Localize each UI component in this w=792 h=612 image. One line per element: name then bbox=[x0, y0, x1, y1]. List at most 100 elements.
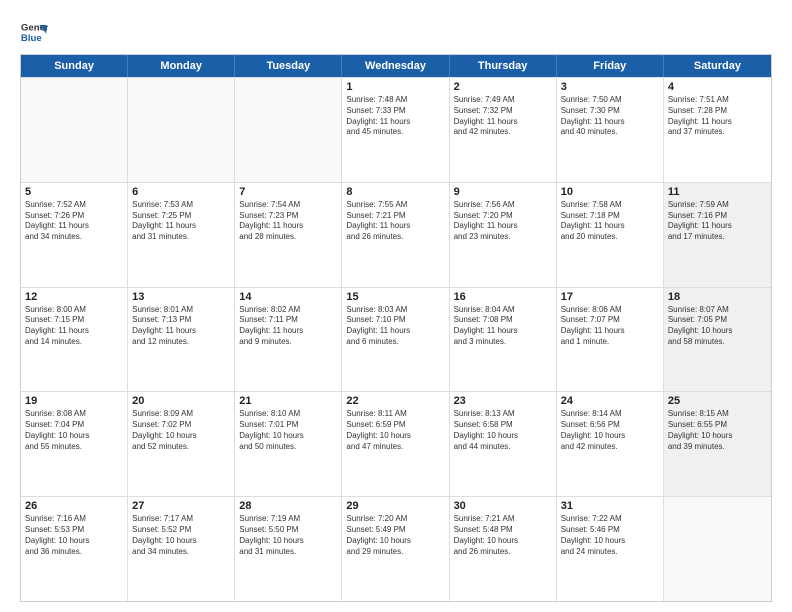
calendar-cell: 2Sunrise: 7:49 AM Sunset: 7:32 PM Daylig… bbox=[450, 78, 557, 182]
calendar-cell: 26 Sunrise: 7:16 AM Sunset: 5:53 PM Dayli… bbox=[21, 497, 128, 601]
calendar-cell: 17Sunrise: 8:06 AM Sunset: 7:07 PM Dayli… bbox=[557, 288, 664, 392]
cell-text: Sunrise: 8:01 AM Sunset: 7:13 PM Dayligh… bbox=[132, 305, 230, 348]
day-number: 31 bbox=[561, 500, 659, 512]
calendar-cell: 1 Sunrise: 7:48 AM Sunset: 7:33 PM Daylig… bbox=[342, 78, 449, 182]
svg-text:Blue: Blue bbox=[21, 33, 42, 44]
day-number: 29 bbox=[346, 500, 444, 512]
calendar-row: 12Sunrise: 8:00 AM Sunset: 7:15 PM Dayli… bbox=[21, 287, 771, 392]
calendar-row: 5 Sunrise: 7:52 AM Sunset: 7:26 PM Daylig… bbox=[21, 182, 771, 287]
cell-text: Sunrise: 7:19 AM Sunset: 5:50 PM Dayligh… bbox=[239, 514, 337, 557]
day-number: 16 bbox=[454, 291, 552, 303]
day-number: 13 bbox=[132, 291, 230, 303]
calendar-body: 1 Sunrise: 7:48 AM Sunset: 7:33 PM Daylig… bbox=[21, 77, 771, 601]
calendar-row: 26 Sunrise: 7:16 AM Sunset: 5:53 PM Dayli… bbox=[21, 496, 771, 601]
calendar-cell: 20Sunrise: 8:09 AM Sunset: 7:02 PM Dayli… bbox=[128, 392, 235, 496]
calendar-cell: 7 Sunrise: 7:54 AM Sunset: 7:23 PM Daylig… bbox=[235, 183, 342, 287]
day-number: 28 bbox=[239, 500, 337, 512]
day-number: 22 bbox=[346, 395, 444, 407]
cell-text: Sunrise: 7:20 AM Sunset: 5:49 PM Dayligh… bbox=[346, 514, 444, 557]
weekday-header: Saturday bbox=[664, 55, 771, 77]
weekday-header: Sunday bbox=[21, 55, 128, 77]
cell-text: Sunrise: 8:04 AM Sunset: 7:08 PM Dayligh… bbox=[454, 305, 552, 348]
cell-text: Sunrise: 8:00 AM Sunset: 7:15 PM Dayligh… bbox=[25, 305, 123, 348]
day-number: 27 bbox=[132, 500, 230, 512]
calendar-row: 1 Sunrise: 7:48 AM Sunset: 7:33 PM Daylig… bbox=[21, 77, 771, 182]
cell-text: Sunrise: 7:49 AM Sunset: 7:32 PM Dayligh… bbox=[454, 95, 552, 138]
day-number: 3 bbox=[561, 81, 659, 93]
cell-text: Sunrise: 7:59 AM Sunset: 7:16 PM Dayligh… bbox=[668, 200, 767, 243]
day-number: 15 bbox=[346, 291, 444, 303]
calendar-cell: 9 Sunrise: 7:56 AM Sunset: 7:20 PM Daylig… bbox=[450, 183, 557, 287]
day-number: 21 bbox=[239, 395, 337, 407]
calendar-cell: 4Sunrise: 7:51 AM Sunset: 7:28 PM Daylig… bbox=[664, 78, 771, 182]
day-number: 9 bbox=[454, 186, 552, 198]
cell-text: Sunrise: 7:52 AM Sunset: 7:26 PM Dayligh… bbox=[25, 200, 123, 243]
cell-text: Sunrise: 8:11 AM Sunset: 6:59 PM Dayligh… bbox=[346, 409, 444, 452]
calendar-cell: 13 Sunrise: 8:01 AM Sunset: 7:13 PM Dayli… bbox=[128, 288, 235, 392]
cell-text: Sunrise: 8:06 AM Sunset: 7:07 PM Dayligh… bbox=[561, 305, 659, 348]
cell-text: Sunrise: 7:54 AM Sunset: 7:23 PM Dayligh… bbox=[239, 200, 337, 243]
cell-text: Sunrise: 7:21 AM Sunset: 5:48 PM Dayligh… bbox=[454, 514, 552, 557]
weekday-header: Thursday bbox=[450, 55, 557, 77]
day-number: 11 bbox=[668, 186, 767, 198]
logo: General Blue bbox=[20, 18, 48, 46]
calendar-cell: 31 Sunrise: 7:22 AM Sunset: 5:46 PM Dayli… bbox=[557, 497, 664, 601]
weekday-header: Tuesday bbox=[235, 55, 342, 77]
cell-text: Sunrise: 8:09 AM Sunset: 7:02 PM Dayligh… bbox=[132, 409, 230, 452]
cell-text: Sunrise: 7:56 AM Sunset: 7:20 PM Dayligh… bbox=[454, 200, 552, 243]
day-number: 10 bbox=[561, 186, 659, 198]
day-number: 23 bbox=[454, 395, 552, 407]
day-number: 24 bbox=[561, 395, 659, 407]
calendar-cell: 30Sunrise: 7:21 AM Sunset: 5:48 PM Dayli… bbox=[450, 497, 557, 601]
calendar-cell: 21 Sunrise: 8:10 AM Sunset: 7:01 PM Dayli… bbox=[235, 392, 342, 496]
calendar-cell: 27 Sunrise: 7:17 AM Sunset: 5:52 PM Dayli… bbox=[128, 497, 235, 601]
calendar-cell: 3 Sunrise: 7:50 AM Sunset: 7:30 PM Daylig… bbox=[557, 78, 664, 182]
weekday-header: Wednesday bbox=[342, 55, 449, 77]
day-number: 7 bbox=[239, 186, 337, 198]
page-header: General Blue bbox=[20, 18, 772, 46]
day-number: 1 bbox=[346, 81, 444, 93]
day-number: 18 bbox=[668, 291, 767, 303]
logo-icon: General Blue bbox=[20, 18, 48, 46]
cell-text: Sunrise: 8:07 AM Sunset: 7:05 PM Dayligh… bbox=[668, 305, 767, 348]
day-number: 8 bbox=[346, 186, 444, 198]
calendar-cell: 18 Sunrise: 8:07 AM Sunset: 7:05 PM Dayli… bbox=[664, 288, 771, 392]
calendar-cell: 11 Sunrise: 7:59 AM Sunset: 7:16 PM Dayli… bbox=[664, 183, 771, 287]
calendar-cell: 25Sunrise: 8:15 AM Sunset: 6:55 PM Dayli… bbox=[664, 392, 771, 496]
day-number: 14 bbox=[239, 291, 337, 303]
calendar-cell: 10 Sunrise: 7:58 AM Sunset: 7:18 PM Dayli… bbox=[557, 183, 664, 287]
calendar-cell: 8 Sunrise: 7:55 AM Sunset: 7:21 PM Daylig… bbox=[342, 183, 449, 287]
calendar-cell bbox=[235, 78, 342, 182]
cell-text: Sunrise: 7:53 AM Sunset: 7:25 PM Dayligh… bbox=[132, 200, 230, 243]
cell-text: Sunrise: 7:22 AM Sunset: 5:46 PM Dayligh… bbox=[561, 514, 659, 557]
cell-text: Sunrise: 7:17 AM Sunset: 5:52 PM Dayligh… bbox=[132, 514, 230, 557]
calendar-cell: 14Sunrise: 8:02 AM Sunset: 7:11 PM Dayli… bbox=[235, 288, 342, 392]
calendar-cell bbox=[664, 497, 771, 601]
day-number: 5 bbox=[25, 186, 123, 198]
cell-text: Sunrise: 8:15 AM Sunset: 6:55 PM Dayligh… bbox=[668, 409, 767, 452]
cell-text: Sunrise: 7:48 AM Sunset: 7:33 PM Dayligh… bbox=[346, 95, 444, 138]
calendar-row: 19 Sunrise: 8:08 AM Sunset: 7:04 PM Dayli… bbox=[21, 391, 771, 496]
calendar-header: SundayMondayTuesdayWednesdayThursdayFrid… bbox=[21, 55, 771, 77]
weekday-header: Monday bbox=[128, 55, 235, 77]
weekday-header: Friday bbox=[557, 55, 664, 77]
cell-text: Sunrise: 7:58 AM Sunset: 7:18 PM Dayligh… bbox=[561, 200, 659, 243]
calendar: SundayMondayTuesdayWednesdayThursdayFrid… bbox=[20, 54, 772, 602]
calendar-cell: 15 Sunrise: 8:03 AM Sunset: 7:10 PM Dayli… bbox=[342, 288, 449, 392]
calendar-cell bbox=[128, 78, 235, 182]
calendar-cell: 6Sunrise: 7:53 AM Sunset: 7:25 PM Daylig… bbox=[128, 183, 235, 287]
cell-text: Sunrise: 7:50 AM Sunset: 7:30 PM Dayligh… bbox=[561, 95, 659, 138]
cell-text: Sunrise: 8:14 AM Sunset: 6:56 PM Dayligh… bbox=[561, 409, 659, 452]
day-number: 19 bbox=[25, 395, 123, 407]
cell-text: Sunrise: 7:16 AM Sunset: 5:53 PM Dayligh… bbox=[25, 514, 123, 557]
cell-text: Sunrise: 8:10 AM Sunset: 7:01 PM Dayligh… bbox=[239, 409, 337, 452]
day-number: 26 bbox=[25, 500, 123, 512]
cell-text: Sunrise: 7:55 AM Sunset: 7:21 PM Dayligh… bbox=[346, 200, 444, 243]
cell-text: Sunrise: 8:13 AM Sunset: 6:58 PM Dayligh… bbox=[454, 409, 552, 452]
cell-text: Sunrise: 8:03 AM Sunset: 7:10 PM Dayligh… bbox=[346, 305, 444, 348]
calendar-cell: 22 Sunrise: 8:11 AM Sunset: 6:59 PM Dayli… bbox=[342, 392, 449, 496]
cell-text: Sunrise: 8:08 AM Sunset: 7:04 PM Dayligh… bbox=[25, 409, 123, 452]
calendar-cell: 5 Sunrise: 7:52 AM Sunset: 7:26 PM Daylig… bbox=[21, 183, 128, 287]
calendar-cell: 24 Sunrise: 8:14 AM Sunset: 6:56 PM Dayli… bbox=[557, 392, 664, 496]
calendar-cell: 19 Sunrise: 8:08 AM Sunset: 7:04 PM Dayli… bbox=[21, 392, 128, 496]
